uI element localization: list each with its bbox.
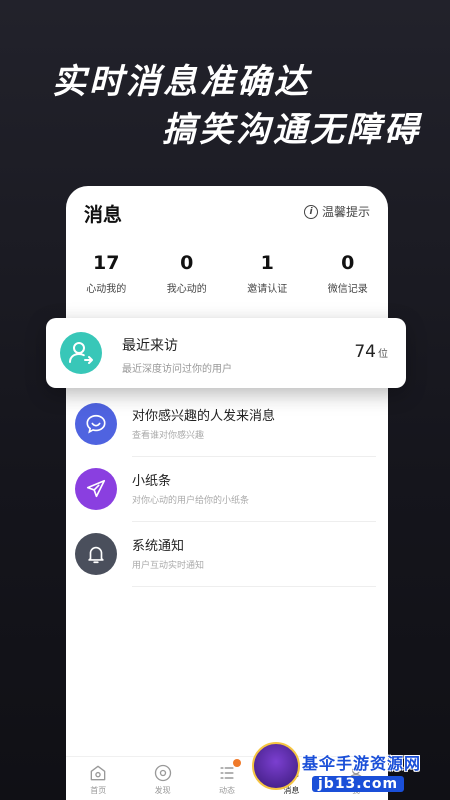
screen-header: 消息 i 温馨提示	[84, 200, 370, 228]
discover-icon	[130, 763, 194, 783]
list-item-subtitle: 对你心动的用户给你的小纸条	[132, 496, 250, 506]
visitor-icon	[60, 332, 102, 374]
list-item-title: 小纸条	[132, 474, 172, 489]
visitors-count-unit: 位	[378, 349, 388, 360]
stat-value: 1	[260, 252, 274, 274]
stat-value: 0	[341, 252, 355, 274]
watermark-subtext: jb13.com	[312, 776, 405, 792]
stats-row: 17 心动我的 0 我心动的 1 邀请认证 0 微信记录	[66, 252, 388, 295]
promo-headline-2: 搞笑沟通无障碍	[162, 110, 421, 150]
stat-liked-me[interactable]: 17 心动我的	[66, 252, 147, 295]
divider	[132, 586, 376, 587]
list-item-title: 系统通知	[132, 539, 185, 554]
message-list: 对你感兴趣的人发来消息 查看谁对你感兴趣 小纸条 对你心动的用户给你的小纸条 系…	[66, 392, 388, 587]
visitors-count: 74 位	[354, 342, 388, 362]
tab-label: 动态	[219, 786, 236, 795]
info-icon: i	[303, 204, 318, 219]
stat-label: 我心动的	[166, 284, 207, 295]
stat-wechat-records[interactable]: 0 微信记录	[308, 252, 389, 295]
watermark: 基伞手游资源网 jb13.com	[252, 740, 448, 800]
tab-label: 发现	[154, 786, 171, 795]
recent-visitors-card[interactable]: 最近来访 最近深度访问过你的用户 74 位	[46, 318, 406, 388]
watermark-logo-icon	[252, 742, 300, 790]
stat-label: 心动我的	[86, 284, 127, 295]
promo-headline-1: 实时消息准确达	[52, 62, 311, 102]
bell-icon	[75, 533, 117, 575]
list-item-interested[interactable]: 对你感兴趣的人发来消息 查看谁对你感兴趣	[66, 392, 388, 457]
tips-button[interactable]: i 温馨提示	[303, 203, 370, 220]
list-item-title: 对你感兴趣的人发来消息	[132, 409, 276, 424]
feed-icon	[195, 763, 259, 783]
phone-screen: 消息 i 温馨提示 17 心动我的 0 我心动的 1 邀请认证 0 微信记录 对…	[66, 186, 388, 800]
stat-value: 0	[180, 252, 194, 274]
stat-value: 17	[93, 252, 120, 274]
list-item-notes[interactable]: 小纸条 对你心动的用户给你的小纸条	[66, 457, 388, 522]
list-item-system[interactable]: 系统通知 用户互动实时通知	[66, 522, 388, 587]
tab-discover[interactable]: 发现	[130, 757, 194, 800]
stat-invite-verify[interactable]: 1 邀请认证	[227, 252, 308, 295]
list-item-subtitle: 查看谁对你感兴趣	[132, 431, 205, 441]
home-icon	[66, 763, 130, 783]
tips-label: 温馨提示	[321, 205, 370, 219]
visitors-count-value: 74	[354, 342, 376, 362]
paper-plane-icon	[75, 468, 117, 510]
tab-label: 首页	[90, 786, 107, 795]
stat-label: 微信记录	[327, 284, 368, 295]
tab-home[interactable]: 首页	[66, 757, 130, 800]
visitors-subtitle: 最近深度访问过你的用户	[122, 364, 232, 375]
list-item-subtitle: 用户互动实时通知	[132, 561, 205, 571]
tab-feed[interactable]: 动态	[195, 757, 259, 800]
visitors-title: 最近来访	[122, 338, 178, 354]
stat-i-liked[interactable]: 0 我心动的	[147, 252, 228, 295]
chat-bubble-icon	[75, 403, 117, 445]
watermark-text: 基伞手游资源网	[302, 754, 422, 773]
stat-label: 邀请认证	[247, 284, 288, 295]
